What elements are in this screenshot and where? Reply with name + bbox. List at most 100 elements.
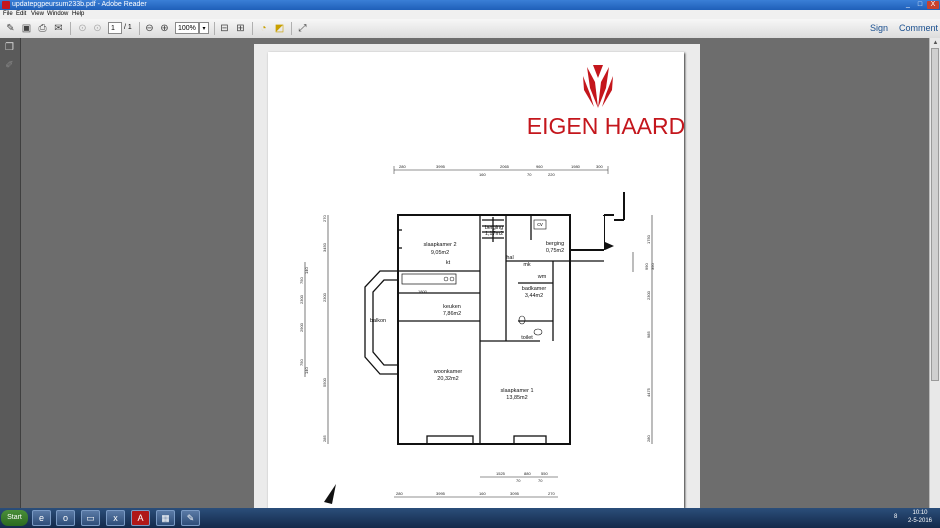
previous-page-icon[interactable]: ⊙ bbox=[76, 22, 89, 35]
minimize-button[interactable]: _ bbox=[902, 1, 914, 9]
room-woonkamer: woonkamer bbox=[433, 369, 463, 375]
dim-top-6: 300 bbox=[596, 164, 603, 169]
north-arrow-icon bbox=[324, 484, 336, 504]
dim-bottom-1: 1525 bbox=[496, 471, 506, 476]
room-kt: kt bbox=[446, 260, 451, 266]
logo-text: EIGEN HAARD bbox=[527, 113, 684, 139]
menu-window[interactable]: Window bbox=[47, 10, 68, 19]
dim-top-4: 960 bbox=[536, 164, 543, 169]
zoom-input[interactable]: 100% bbox=[175, 22, 199, 34]
dim-bottom-3: 550 bbox=[541, 471, 548, 476]
read-mode-icon[interactable]: ⤢ bbox=[296, 22, 309, 35]
dim-bottom-8: 160 bbox=[479, 491, 486, 496]
page-number-input[interactable]: 1 bbox=[108, 22, 122, 34]
zoom-in-icon[interactable]: ⊕ bbox=[158, 22, 171, 35]
clock-date[interactable]: 2-5-2016 bbox=[902, 518, 938, 524]
menu-edit[interactable]: Edit bbox=[16, 10, 26, 19]
dim-right-5: 280 bbox=[646, 435, 651, 442]
save-icon[interactable]: ▣ bbox=[20, 22, 33, 35]
highlight-icon[interactable]: ◩ bbox=[273, 22, 286, 35]
scroll-up-icon[interactable]: ▲ bbox=[931, 38, 940, 48]
dim-top-7: 160 bbox=[479, 172, 486, 177]
room-slaapkamer-2-area: 9,05m2 bbox=[431, 250, 449, 256]
title-bar: updatepgpeursum233b.pdf - Adobe Reader _… bbox=[0, 0, 940, 10]
room-woonkamer-area: 20,32m2 bbox=[437, 376, 458, 382]
menu-bar: File Edit View Window Help bbox=[0, 10, 940, 19]
zoom-out-icon[interactable]: ⊖ bbox=[143, 22, 156, 35]
dim-top-8: 70 bbox=[527, 172, 532, 177]
adobe-reader-task-icon[interactable]: A bbox=[131, 510, 150, 526]
paint-icon[interactable]: ✎ bbox=[181, 510, 200, 526]
dim-bottom-5: 70 bbox=[538, 478, 543, 483]
menu-file[interactable]: File bbox=[3, 10, 13, 19]
menu-view[interactable]: View bbox=[31, 10, 44, 19]
room-slaapkamer-1: slaapkamer 1 bbox=[500, 388, 533, 394]
toolbar-divider bbox=[291, 22, 292, 35]
create-icon[interactable]: ✎ bbox=[4, 22, 17, 35]
room-toilet: toilet bbox=[521, 335, 533, 341]
dim-top-9: 220 bbox=[548, 172, 555, 177]
dim-left-outer-4: 750 bbox=[299, 359, 304, 366]
dim-left-outer-2: 2300 bbox=[299, 294, 304, 304]
room-berging-2-area: 0,75m2 bbox=[546, 248, 564, 254]
pages-panel-icon[interactable]: ❐ bbox=[4, 42, 15, 53]
outlook-icon[interactable]: o bbox=[56, 510, 75, 526]
dim-bottom-10: 270 bbox=[548, 491, 555, 496]
navigation-pane: ❐ ✐ bbox=[0, 38, 21, 508]
excel-icon[interactable]: x bbox=[106, 510, 125, 526]
print-icon[interactable]: ⎙ bbox=[36, 22, 49, 35]
fit-width-icon[interactable]: ⊞ bbox=[234, 22, 247, 35]
attachments-icon[interactable]: ✐ bbox=[4, 60, 15, 71]
email-icon[interactable]: ✉ bbox=[52, 22, 65, 35]
window-title: updatepgpeursum233b.pdf - Adobe Reader bbox=[12, 1, 147, 8]
dim-top-3: 2065 bbox=[500, 164, 510, 169]
clock-time[interactable]: 10:10 bbox=[902, 510, 938, 516]
dim-left-outer-small-1: 140 bbox=[304, 267, 309, 274]
dim-left-inner-2: 3450 bbox=[322, 242, 327, 252]
start-button[interactable]: Start bbox=[1, 510, 28, 526]
room-keuken-area: 7,86m2 bbox=[443, 311, 461, 317]
zoom-dropdown-chevron-icon[interactable]: ▾ bbox=[199, 22, 209, 34]
dim-left-inner-5: 285 bbox=[322, 435, 327, 442]
floor-plan-drawing: EIGEN HAARD 280 3995 2065 960 1980 300 1… bbox=[299, 65, 684, 504]
dim-right-1: 1750 bbox=[646, 234, 651, 244]
system-tray: 8 10:10 2-5-2016 bbox=[890, 508, 940, 528]
room-badkamer: badkamer bbox=[522, 286, 547, 292]
next-page-icon[interactable]: ⊙ bbox=[91, 22, 104, 35]
dim-bottom-7: 3995 bbox=[436, 491, 446, 496]
comment-button[interactable]: Comment bbox=[899, 22, 938, 35]
dim-top-1: 280 bbox=[399, 164, 406, 169]
toolbar-divider bbox=[214, 22, 215, 35]
adobe-reader-icon bbox=[2, 1, 10, 9]
folder-icon[interactable]: ▭ bbox=[81, 510, 100, 526]
dim-left-outer-3: 2900 bbox=[299, 322, 304, 332]
room-mk: mk bbox=[523, 262, 531, 268]
internet-explorer-icon[interactable]: e bbox=[32, 510, 51, 526]
toolbar-divider bbox=[252, 22, 253, 35]
tray-number: 8 bbox=[894, 514, 898, 520]
dim-kitchen-width: 1800 bbox=[418, 289, 428, 294]
scrollbar-thumb[interactable] bbox=[931, 48, 939, 381]
dim-top-2: 3995 bbox=[436, 164, 446, 169]
sign-button[interactable]: Sign bbox=[870, 22, 888, 35]
taskbar: Start e o ▭ x A ▦ ✎ 8 10:10 2-5-2016 bbox=[0, 508, 940, 528]
room-balkon: balkon bbox=[370, 318, 386, 324]
dim-right-small-2: 350 bbox=[650, 263, 655, 270]
dim-bottom-6: 280 bbox=[396, 491, 403, 496]
picture-viewer-icon[interactable]: ▦ bbox=[156, 510, 175, 526]
sticky-note-icon[interactable]: ◔ bbox=[257, 22, 270, 35]
room-keuken: keuken bbox=[443, 304, 461, 310]
vertical-scrollbar[interactable]: ▲ bbox=[929, 38, 940, 508]
room-badkamer-area: 3,44m2 bbox=[525, 293, 543, 299]
pdf-page[interactable]: EIGEN HAARD 280 3995 2065 960 1980 300 1… bbox=[268, 52, 684, 508]
dim-right-small-1: 990 bbox=[644, 263, 649, 270]
room-hal: hal bbox=[506, 255, 513, 261]
room-cv: cv bbox=[537, 222, 543, 228]
menu-help[interactable]: Help bbox=[72, 10, 84, 19]
toolbar-divider bbox=[70, 22, 71, 35]
eigen-haard-logo-icon bbox=[583, 65, 613, 108]
maximize-button[interactable]: □ bbox=[914, 1, 926, 9]
close-button[interactable]: X bbox=[927, 1, 939, 9]
room-berging-2: berging bbox=[546, 241, 564, 247]
fit-page-icon[interactable]: ⊟ bbox=[218, 22, 231, 35]
